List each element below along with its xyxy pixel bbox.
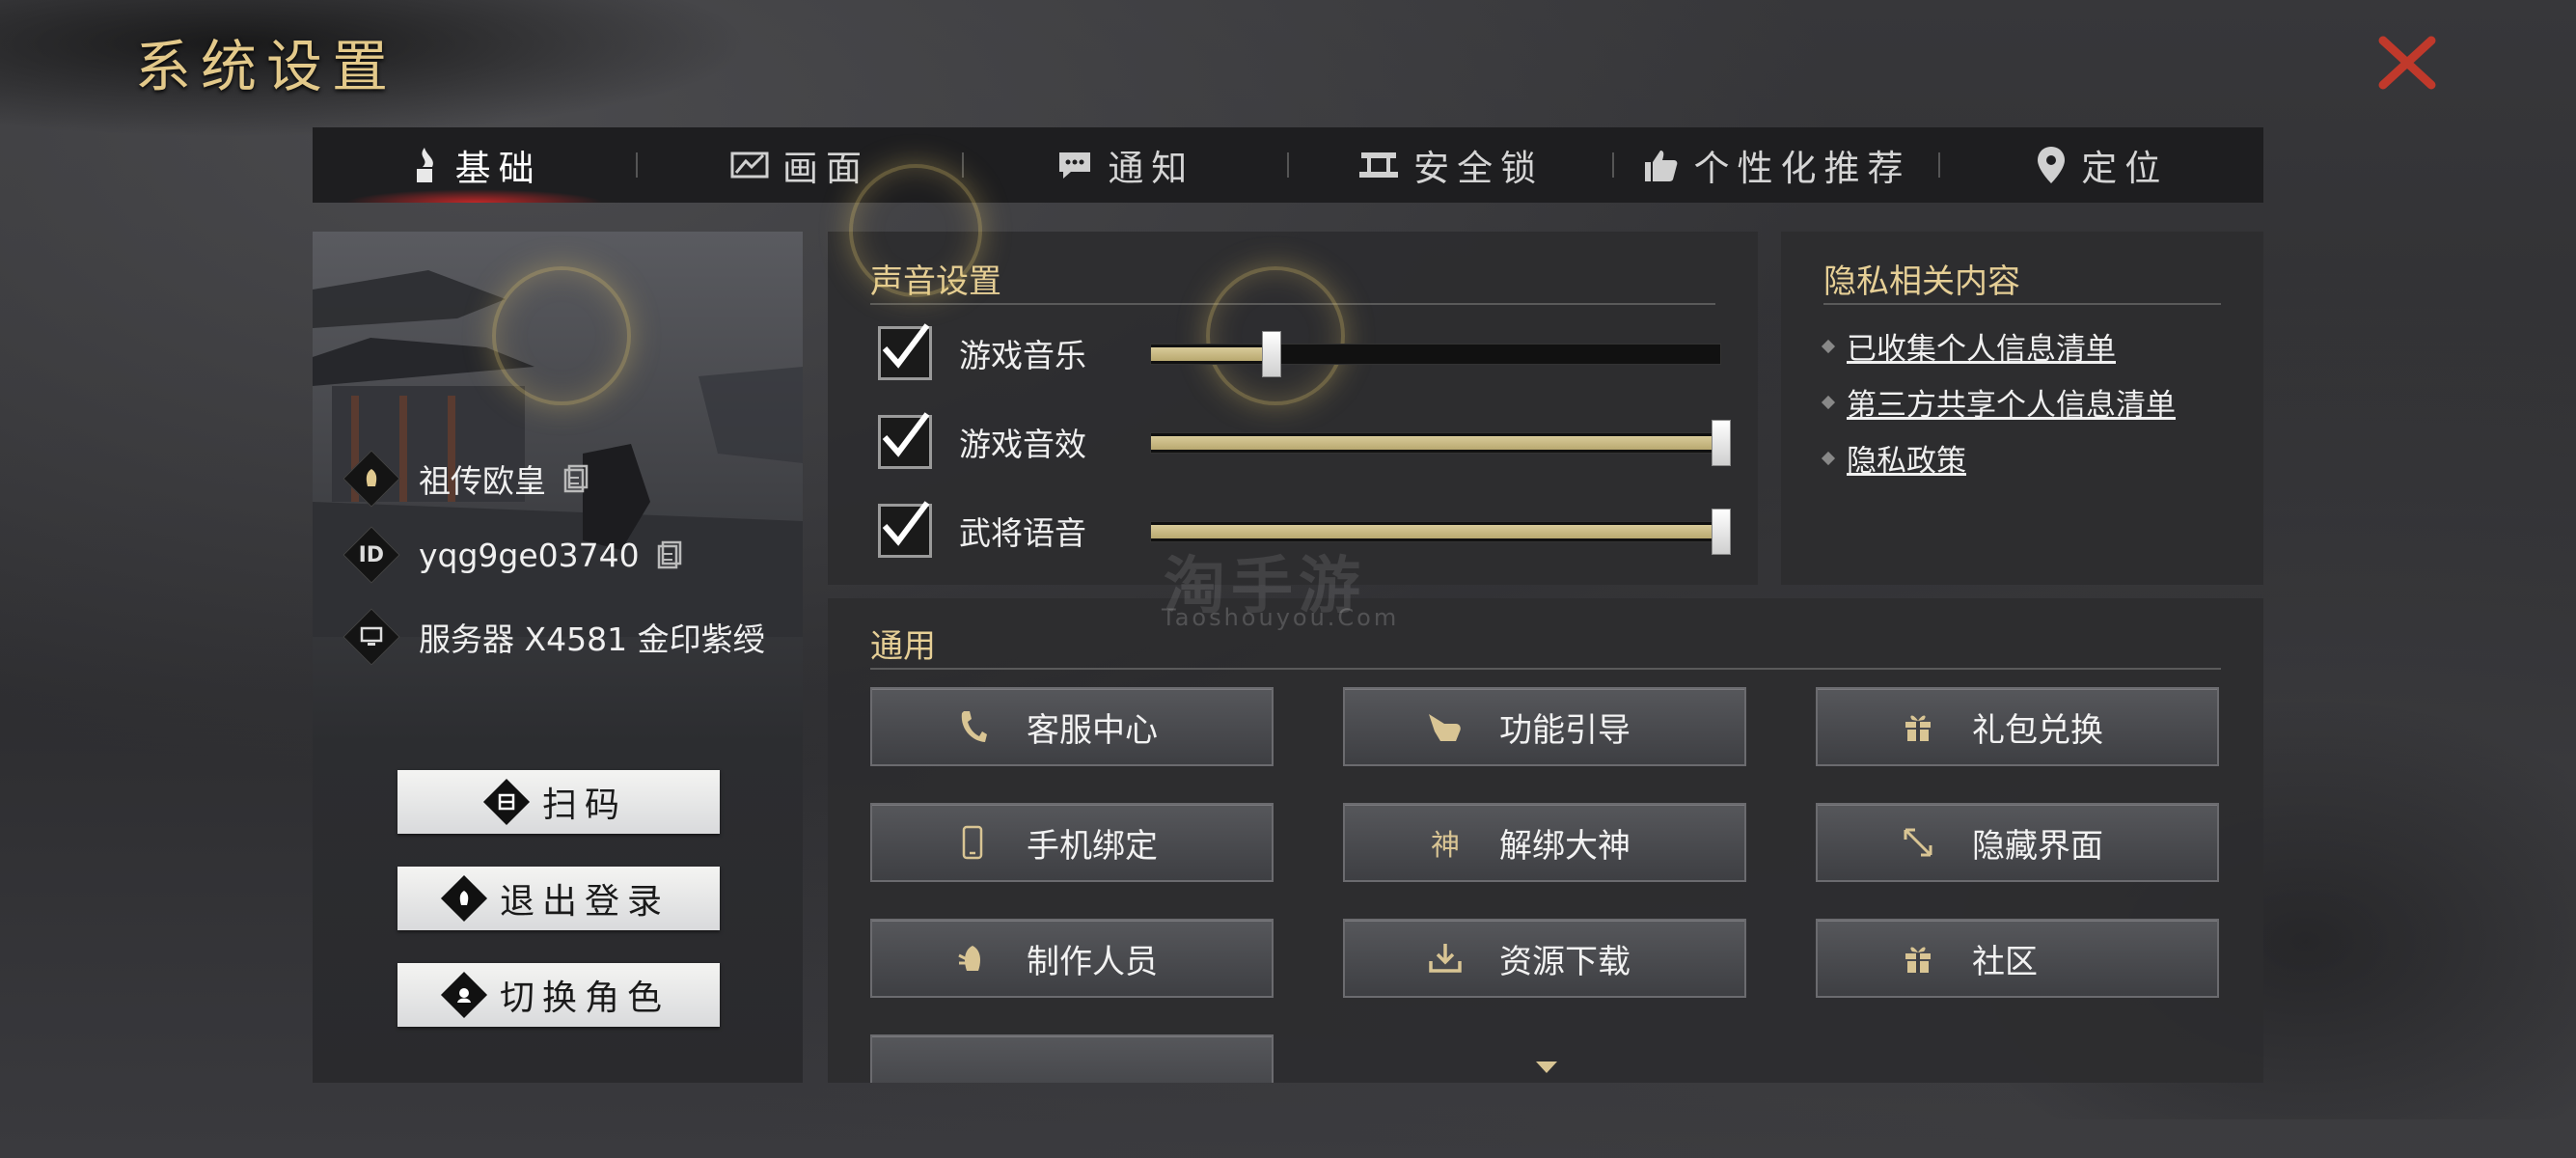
- profile-panel: 祖传欧皇 ID yqg9ge03740 服务器 X4581 金印紫绶 扫码 退出…: [313, 232, 803, 1083]
- feature-guide-button[interactable]: 功能引导: [1343, 687, 1746, 766]
- divider: [870, 668, 2221, 670]
- pointing-hand-icon: [1416, 710, 1474, 743]
- voice-label: 武将语音: [959, 514, 1086, 552]
- server-badge: [343, 608, 400, 666]
- switch-role-button[interactable]: 切换角色: [397, 963, 720, 1027]
- player-name-row: 祖传欧皇: [343, 450, 589, 508]
- general-title: 通用: [870, 627, 936, 666]
- bullet-icon: [1821, 395, 1836, 409]
- music-label: 游戏音乐: [959, 337, 1086, 374]
- slider-thumb[interactable]: [1261, 331, 1281, 377]
- tab-notification[interactable]: 通知: [964, 127, 1287, 203]
- privacy-title: 隐私相关内容: [1823, 262, 2020, 301]
- credits-button[interactable]: 制作人员: [870, 919, 1274, 998]
- server-row: 服务器 X4581 金印紫绶: [343, 608, 765, 666]
- close-icon: [2378, 36, 2436, 90]
- avatar-badge: [343, 450, 400, 508]
- unbind-dashen-button[interactable]: 神 解绑大神: [1343, 803, 1746, 882]
- credits-icon: [944, 942, 1001, 975]
- gift-redeem-button[interactable]: 礼包兑换: [1816, 687, 2219, 766]
- collected-info-link[interactable]: 已收集个人信息清单: [1847, 324, 2116, 368]
- download-icon: [1416, 942, 1474, 975]
- glow-ring-effect: [492, 266, 631, 405]
- slider-fill: [1151, 436, 1720, 450]
- lock-icon: [1357, 149, 1400, 181]
- id-badge: ID: [343, 526, 400, 584]
- partial-hidden-button[interactable]: [870, 1034, 1274, 1083]
- sound-row-music: 游戏音乐: [878, 323, 1152, 380]
- scan-icon: [497, 792, 516, 812]
- divider: [1823, 303, 2221, 305]
- sound-effects-volume-slider[interactable]: [1150, 420, 1731, 466]
- sound-settings-panel: 声音设置 游戏音乐 游戏音效 武将语音: [828, 164, 1758, 585]
- scan-button[interactable]: 扫码: [397, 770, 720, 834]
- tab-location[interactable]: 定位: [1940, 127, 2263, 203]
- bullet-icon: [1821, 339, 1836, 353]
- shen-icon: 神: [1431, 829, 1460, 863]
- sound-row-effects: 游戏音效: [878, 412, 1152, 469]
- close-button[interactable]: [2373, 29, 2441, 96]
- phone-binding-button[interactable]: 手机绑定: [870, 803, 1274, 882]
- privacy-item: 第三方共享个人信息清单: [1821, 380, 2176, 424]
- switch-role-badge: [440, 971, 488, 1019]
- chat-bubble-icon: [1055, 149, 1094, 181]
- scroll-down-indicator-icon[interactable]: [1534, 1060, 1559, 1075]
- sound-row-voice: 武将语音: [878, 501, 1152, 558]
- third-party-info-link[interactable]: 第三方共享个人信息清单: [1847, 380, 2176, 424]
- mobile-icon: [944, 825, 1001, 860]
- player-id-row: ID yqg9ge03740: [343, 526, 682, 584]
- glow-ring-effect: [849, 164, 982, 297]
- check-icon: [882, 323, 930, 369]
- helmet-icon: [360, 467, 383, 490]
- music-checkbox[interactable]: [878, 323, 932, 380]
- expand-arrows-icon: [1889, 826, 1947, 859]
- community-button[interactable]: 社区: [1816, 919, 2219, 998]
- location-pin-icon: [2035, 145, 2068, 185]
- player-name: 祖传欧皇: [419, 462, 546, 500]
- resource-download-button[interactable]: 资源下载: [1343, 919, 1746, 998]
- tab-bar: 基础 画面 通知 安全锁 个性化推荐 定位: [313, 127, 2263, 203]
- slider-fill: [1151, 347, 1271, 361]
- scan-badge: [482, 778, 531, 826]
- tab-personalized-recommendation[interactable]: 个性化推荐: [1614, 127, 1937, 203]
- voice-checkbox[interactable]: [878, 501, 932, 558]
- torch-icon: [407, 146, 442, 184]
- sound-effects-label: 游戏音效: [959, 426, 1086, 463]
- gift-icon: [1889, 942, 1947, 975]
- copy-icon[interactable]: [657, 540, 682, 569]
- privacy-item: 隐私政策: [1821, 436, 1966, 480]
- check-icon: [882, 501, 930, 546]
- phone-icon: [944, 709, 1001, 744]
- sound-effects-checkbox[interactable]: [878, 412, 932, 469]
- music-volume-slider[interactable]: [1150, 331, 1721, 377]
- player-id: yqg9ge03740: [419, 536, 640, 574]
- bullet-icon: [1821, 451, 1836, 465]
- slider-thumb[interactable]: [1712, 509, 1731, 555]
- general-panel: 通用 客服中心 功能引导 礼包兑换 手机绑定 神 解绑大神 隐藏界面 制作人员 …: [828, 598, 2263, 1083]
- tab-security-lock[interactable]: 安全锁: [1289, 127, 1612, 203]
- watermark-subtitle: Taoshouyou.Com: [1162, 604, 1400, 631]
- copy-icon[interactable]: [563, 464, 589, 493]
- privacy-policy-link[interactable]: 隐私政策: [1847, 436, 1966, 480]
- monitor-icon: [360, 626, 383, 648]
- hide-ui-button[interactable]: 隐藏界面: [1816, 803, 2219, 882]
- customer-service-button[interactable]: 客服中心: [870, 687, 1274, 766]
- warrior-icon: [454, 985, 474, 1005]
- logout-badge: [440, 874, 488, 923]
- logout-button[interactable]: 退出登录: [397, 867, 720, 930]
- privacy-panel: 隐私相关内容 已收集个人信息清单 第三方共享个人信息清单 隐私政策: [1781, 232, 2263, 585]
- page-title: 系统设置: [135, 34, 398, 99]
- tab-basic[interactable]: 基础: [313, 127, 636, 203]
- gift-icon: [1889, 710, 1947, 743]
- screen-icon: [730, 150, 769, 180]
- privacy-item: 已收集个人信息清单: [1821, 324, 2116, 368]
- thumbs-up-icon: [1641, 147, 1680, 183]
- server-name: 服务器 X4581 金印紫绶: [419, 620, 765, 658]
- helmet-icon: [454, 889, 474, 908]
- check-icon: [882, 412, 930, 457]
- slider-thumb[interactable]: [1712, 420, 1731, 466]
